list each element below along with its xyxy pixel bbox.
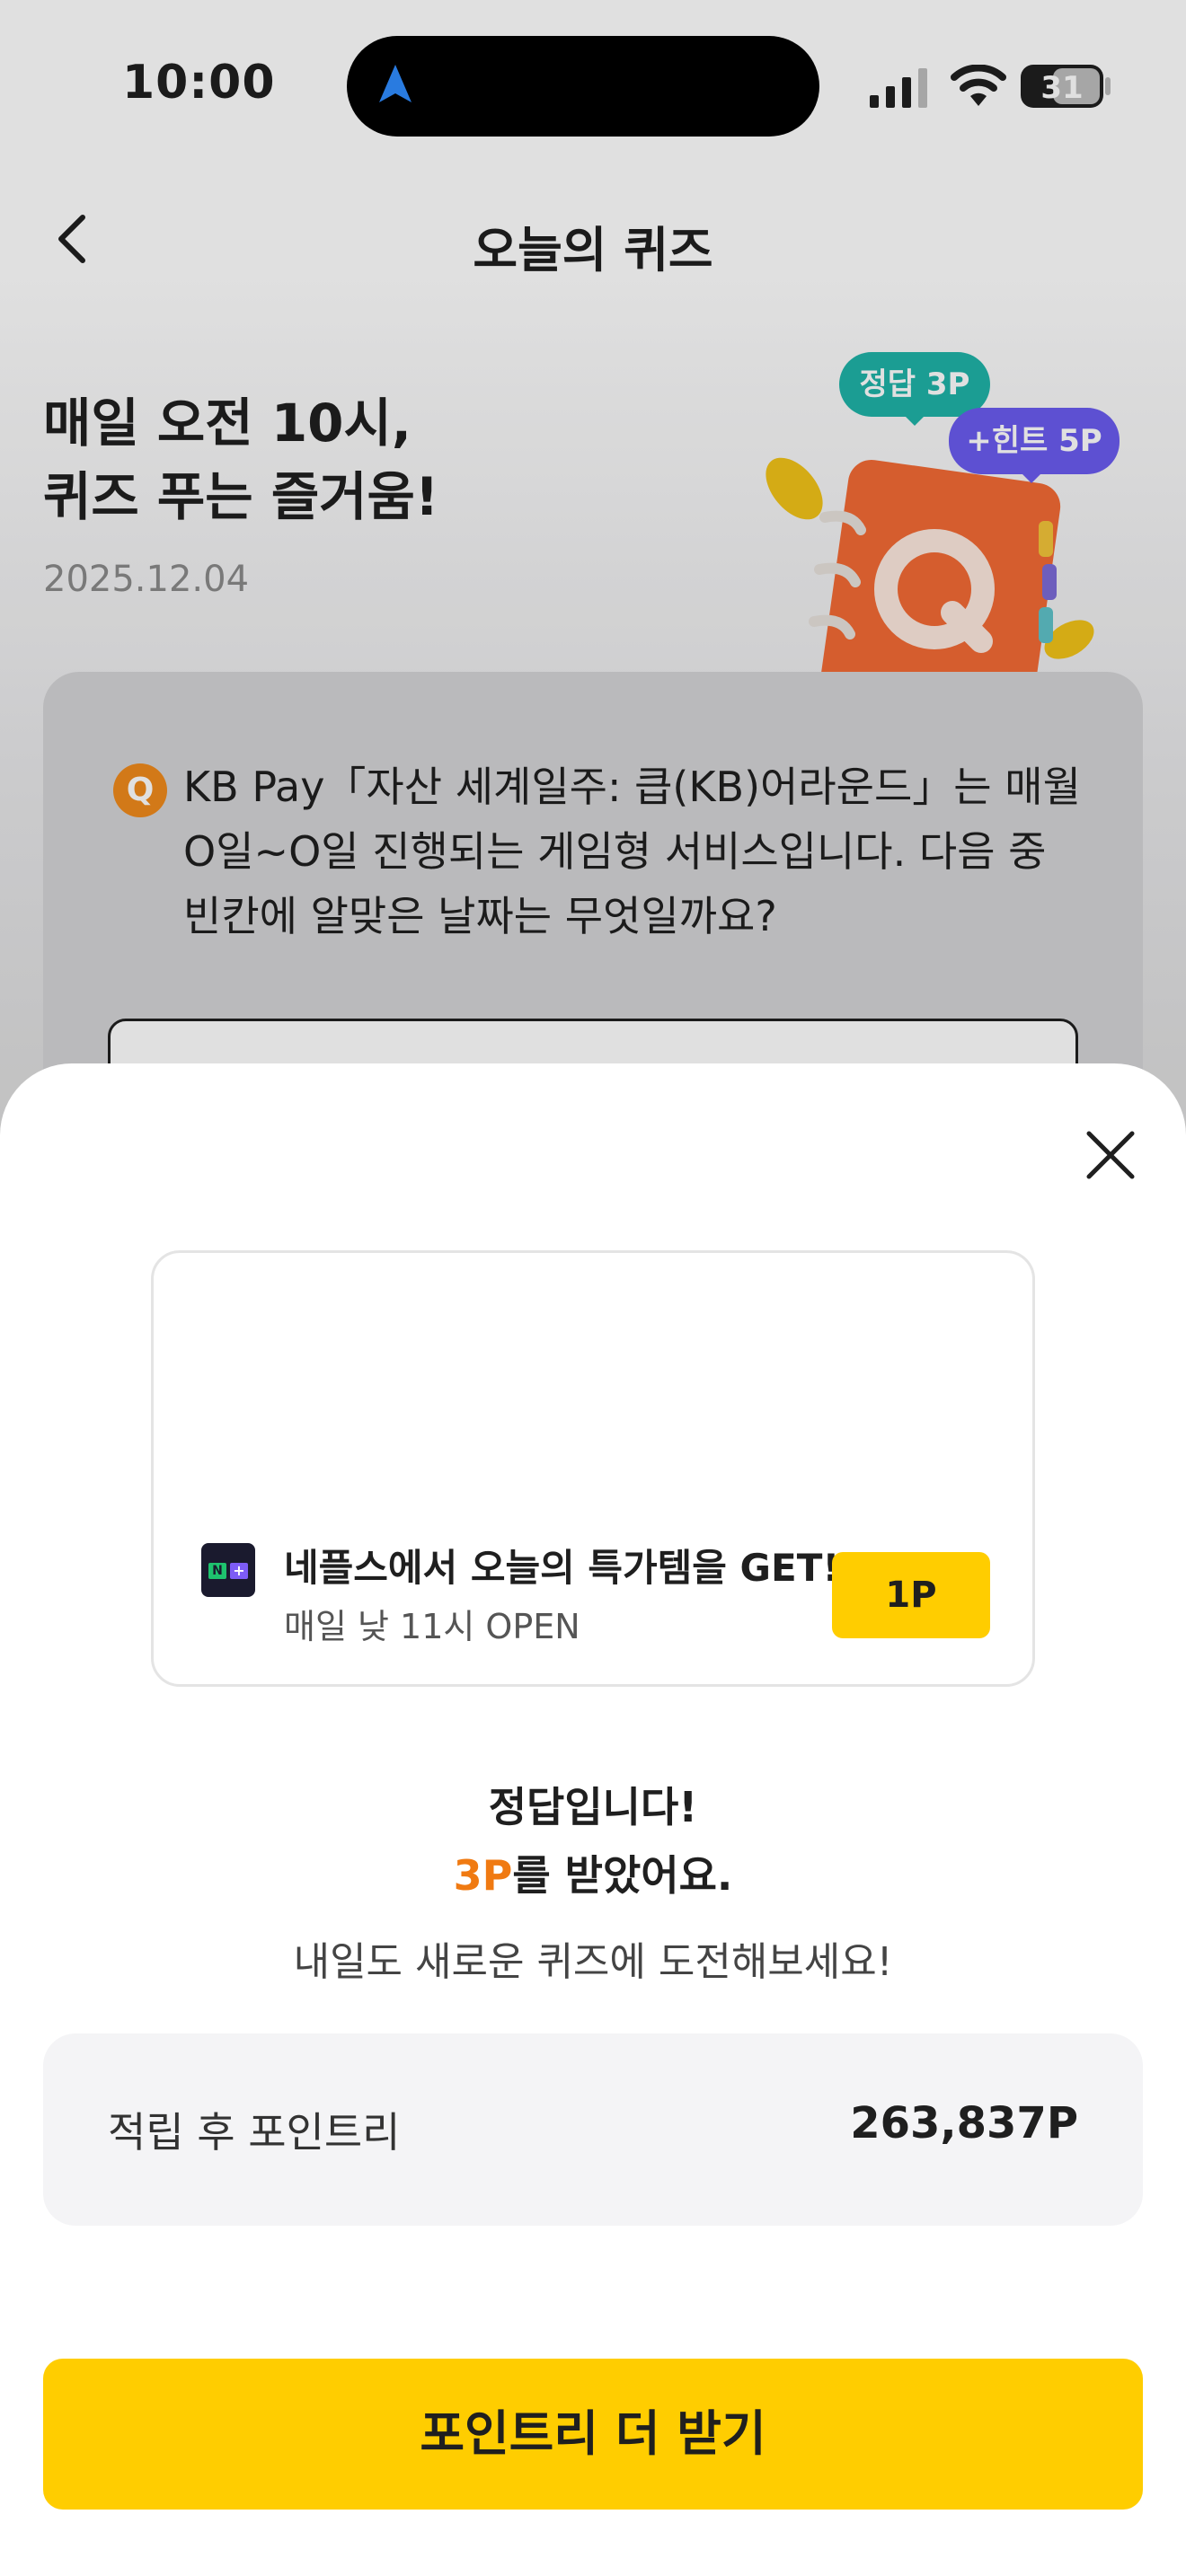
- result-reward: 3P를 받았어요.: [0, 1843, 1186, 1902]
- result-title: 정답입니다!: [488, 1783, 698, 1831]
- close-icon[interactable]: [1082, 1126, 1139, 1184]
- naver-plus-logo-icon: N +: [201, 1543, 255, 1597]
- result-reward-suffix: 를 받았어요.: [512, 1851, 733, 1900]
- points-label: 적립 후 포인트리: [108, 2108, 401, 2157]
- ad-subtitle: 매일 낮 11시 OPEN: [284, 1607, 580, 1646]
- result-message: 내일도 새로운 퀴즈에 도전해보세요!: [293, 1939, 893, 1985]
- get-more-points-button[interactable]: 포인트리 더 받기: [43, 2359, 1143, 2510]
- modal-dim-overlay[interactable]: [0, 0, 1186, 1168]
- ad-reward-button[interactable]: 1P: [832, 1552, 990, 1638]
- ad-title: 네플스에서 오늘의 특가템을 GET!: [284, 1546, 840, 1590]
- earned-points: 3P: [453, 1851, 513, 1900]
- points-value: 263,837P: [850, 2098, 1078, 2148]
